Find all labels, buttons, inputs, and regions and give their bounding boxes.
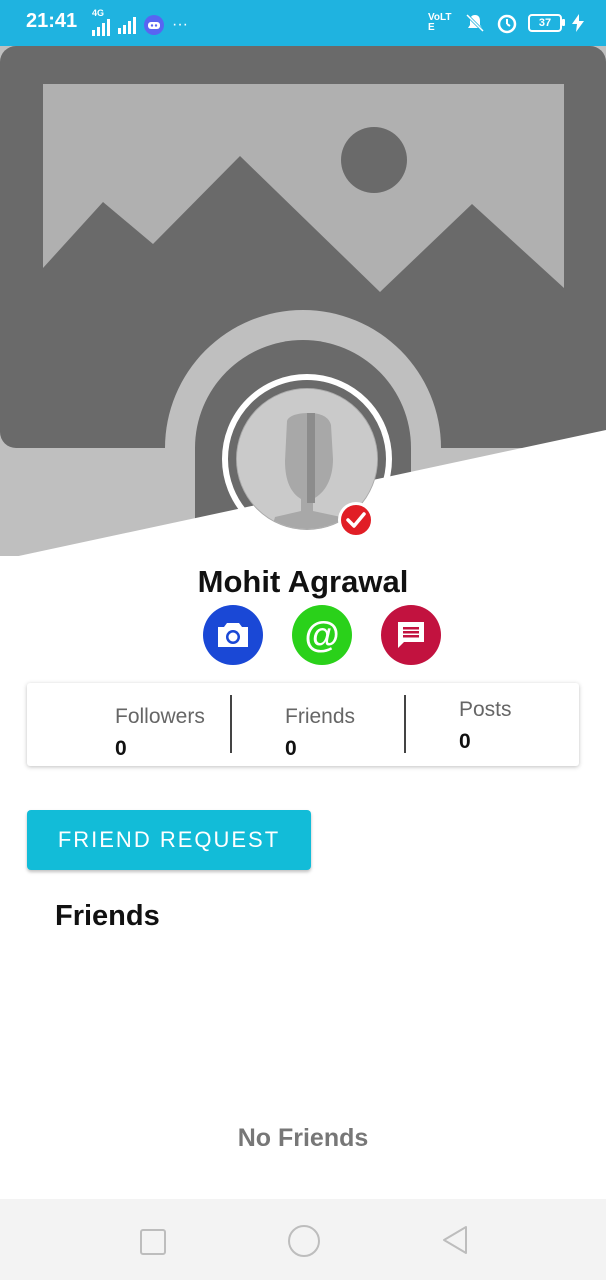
followers-value: 0 (115, 737, 127, 760)
stats-card: Followers 0 Friends 0 Posts 0 (27, 683, 579, 766)
stats-divider (230, 695, 232, 753)
battery-level: 37 (538, 17, 552, 29)
posts-label: Posts (459, 698, 512, 721)
status-time: 21:41 (26, 10, 78, 32)
friends-section-title: Friends (55, 900, 160, 932)
friends-label: Friends (285, 705, 356, 728)
camera-button[interactable] (203, 605, 263, 665)
signal-icon (118, 16, 136, 34)
back-icon[interactable] (442, 1225, 468, 1255)
checkmark-icon (346, 512, 366, 528)
chat-icon (398, 622, 424, 648)
camera-icon (218, 623, 248, 647)
mention-button[interactable]: @ (292, 605, 352, 665)
at-icon: @ (304, 614, 340, 655)
signal-icon: 4G (92, 8, 110, 36)
discord-icon (144, 15, 164, 35)
followers-label: Followers (115, 705, 205, 728)
profile-name: Mohit Agrawal (197, 564, 409, 599)
alarm-icon (497, 14, 517, 34)
friends-value: 0 (285, 737, 297, 760)
home-icon[interactable] (288, 1225, 320, 1257)
stats-divider (404, 695, 406, 753)
network-label: 4G (92, 8, 105, 18)
charging-icon (572, 14, 584, 32)
empty-friends-text: No Friends (237, 1124, 369, 1152)
more-dots-icon: ··· (172, 16, 188, 33)
verified-badge (338, 502, 374, 538)
chat-button[interactable] (381, 605, 441, 665)
recents-icon[interactable] (140, 1229, 166, 1255)
status-bar: 21:41 4G ··· VoLTE 37 (0, 0, 606, 46)
status-left-icons: 4G ··· (92, 8, 188, 36)
posts-value: 0 (459, 730, 471, 753)
mute-icon (465, 13, 485, 33)
volte-label: VoLTE (428, 12, 452, 33)
battery-icon: 37 (528, 14, 565, 32)
friend-request-button[interactable]: FRIEND REQUEST (27, 810, 311, 870)
status-right-icons: VoLTE 37 (428, 12, 584, 34)
system-nav-bar (0, 1199, 606, 1280)
